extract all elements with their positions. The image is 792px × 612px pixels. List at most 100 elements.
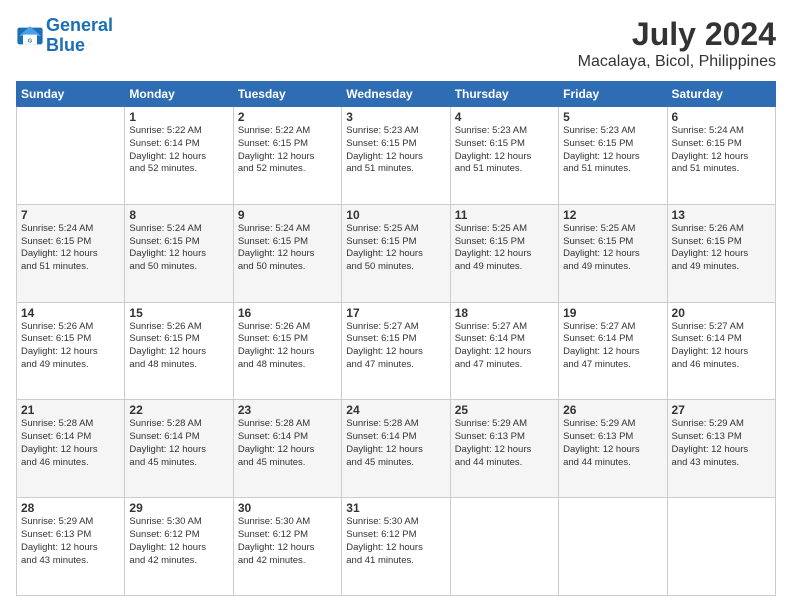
day-info: Sunrise: 5:27 AMSunset: 6:14 PMDaylight:… bbox=[563, 321, 662, 372]
calendar-week-row: 1Sunrise: 5:22 AMSunset: 6:14 PMDaylight… bbox=[17, 107, 776, 205]
day-number: 23 bbox=[238, 403, 337, 417]
day-info: Sunrise: 5:22 AMSunset: 6:15 PMDaylight:… bbox=[238, 125, 337, 176]
logo-text: General Blue bbox=[46, 16, 113, 56]
col-thursday: Thursday bbox=[450, 82, 558, 107]
table-cell: 31Sunrise: 5:30 AMSunset: 6:12 PMDayligh… bbox=[342, 498, 450, 596]
table-cell: 13Sunrise: 5:26 AMSunset: 6:15 PMDayligh… bbox=[667, 204, 775, 302]
day-number: 17 bbox=[346, 306, 445, 320]
day-number: 13 bbox=[672, 208, 771, 222]
table-cell: 15Sunrise: 5:26 AMSunset: 6:15 PMDayligh… bbox=[125, 302, 233, 400]
logo-general: General bbox=[46, 15, 113, 35]
day-number: 6 bbox=[672, 110, 771, 124]
day-info: Sunrise: 5:27 AMSunset: 6:14 PMDaylight:… bbox=[455, 321, 554, 372]
day-number: 11 bbox=[455, 208, 554, 222]
day-number: 12 bbox=[563, 208, 662, 222]
day-number: 8 bbox=[129, 208, 228, 222]
day-number: 19 bbox=[563, 306, 662, 320]
day-info: Sunrise: 5:23 AMSunset: 6:15 PMDaylight:… bbox=[346, 125, 445, 176]
day-number: 26 bbox=[563, 403, 662, 417]
col-saturday: Saturday bbox=[667, 82, 775, 107]
day-number: 15 bbox=[129, 306, 228, 320]
table-cell bbox=[450, 498, 558, 596]
table-cell: 17Sunrise: 5:27 AMSunset: 6:15 PMDayligh… bbox=[342, 302, 450, 400]
day-info: Sunrise: 5:25 AMSunset: 6:15 PMDaylight:… bbox=[563, 223, 662, 274]
table-cell: 8Sunrise: 5:24 AMSunset: 6:15 PMDaylight… bbox=[125, 204, 233, 302]
table-cell: 1Sunrise: 5:22 AMSunset: 6:14 PMDaylight… bbox=[125, 107, 233, 205]
table-cell: 28Sunrise: 5:29 AMSunset: 6:13 PMDayligh… bbox=[17, 498, 125, 596]
table-cell: 29Sunrise: 5:30 AMSunset: 6:12 PMDayligh… bbox=[125, 498, 233, 596]
table-cell bbox=[667, 498, 775, 596]
calendar-header-row: Sunday Monday Tuesday Wednesday Thursday… bbox=[17, 82, 776, 107]
day-number: 30 bbox=[238, 501, 337, 515]
day-info: Sunrise: 5:24 AMSunset: 6:15 PMDaylight:… bbox=[672, 125, 771, 176]
table-cell: 26Sunrise: 5:29 AMSunset: 6:13 PMDayligh… bbox=[559, 400, 667, 498]
table-cell: 23Sunrise: 5:28 AMSunset: 6:14 PMDayligh… bbox=[233, 400, 341, 498]
day-number: 22 bbox=[129, 403, 228, 417]
day-info: Sunrise: 5:23 AMSunset: 6:15 PMDaylight:… bbox=[455, 125, 554, 176]
day-info: Sunrise: 5:24 AMSunset: 6:15 PMDaylight:… bbox=[21, 223, 120, 274]
day-number: 1 bbox=[129, 110, 228, 124]
table-cell: 9Sunrise: 5:24 AMSunset: 6:15 PMDaylight… bbox=[233, 204, 341, 302]
day-info: Sunrise: 5:29 AMSunset: 6:13 PMDaylight:… bbox=[21, 516, 120, 567]
table-cell: 22Sunrise: 5:28 AMSunset: 6:14 PMDayligh… bbox=[125, 400, 233, 498]
table-cell: 11Sunrise: 5:25 AMSunset: 6:15 PMDayligh… bbox=[450, 204, 558, 302]
day-number: 28 bbox=[21, 501, 120, 515]
day-number: 20 bbox=[672, 306, 771, 320]
day-number: 14 bbox=[21, 306, 120, 320]
table-cell: 7Sunrise: 5:24 AMSunset: 6:15 PMDaylight… bbox=[17, 204, 125, 302]
day-info: Sunrise: 5:26 AMSunset: 6:15 PMDaylight:… bbox=[129, 321, 228, 372]
table-cell: 16Sunrise: 5:26 AMSunset: 6:15 PMDayligh… bbox=[233, 302, 341, 400]
col-tuesday: Tuesday bbox=[233, 82, 341, 107]
day-info: Sunrise: 5:27 AMSunset: 6:14 PMDaylight:… bbox=[672, 321, 771, 372]
table-cell: 30Sunrise: 5:30 AMSunset: 6:12 PMDayligh… bbox=[233, 498, 341, 596]
day-number: 5 bbox=[563, 110, 662, 124]
day-number: 25 bbox=[455, 403, 554, 417]
day-number: 24 bbox=[346, 403, 445, 417]
day-info: Sunrise: 5:24 AMSunset: 6:15 PMDaylight:… bbox=[129, 223, 228, 274]
header: G General Blue July 2024 Macalaya, Bicol… bbox=[16, 16, 776, 71]
day-info: Sunrise: 5:28 AMSunset: 6:14 PMDaylight:… bbox=[21, 418, 120, 469]
table-cell: 12Sunrise: 5:25 AMSunset: 6:15 PMDayligh… bbox=[559, 204, 667, 302]
main-title: July 2024 bbox=[578, 16, 776, 53]
day-number: 16 bbox=[238, 306, 337, 320]
calendar-week-row: 14Sunrise: 5:26 AMSunset: 6:15 PMDayligh… bbox=[17, 302, 776, 400]
day-info: Sunrise: 5:26 AMSunset: 6:15 PMDaylight:… bbox=[21, 321, 120, 372]
day-number: 3 bbox=[346, 110, 445, 124]
table-cell bbox=[17, 107, 125, 205]
table-cell: 18Sunrise: 5:27 AMSunset: 6:14 PMDayligh… bbox=[450, 302, 558, 400]
page: G General Blue July 2024 Macalaya, Bicol… bbox=[0, 0, 792, 612]
table-cell: 25Sunrise: 5:29 AMSunset: 6:13 PMDayligh… bbox=[450, 400, 558, 498]
calendar-week-row: 7Sunrise: 5:24 AMSunset: 6:15 PMDaylight… bbox=[17, 204, 776, 302]
table-cell: 21Sunrise: 5:28 AMSunset: 6:14 PMDayligh… bbox=[17, 400, 125, 498]
table-cell: 6Sunrise: 5:24 AMSunset: 6:15 PMDaylight… bbox=[667, 107, 775, 205]
table-cell: 5Sunrise: 5:23 AMSunset: 6:15 PMDaylight… bbox=[559, 107, 667, 205]
table-cell: 20Sunrise: 5:27 AMSunset: 6:14 PMDayligh… bbox=[667, 302, 775, 400]
day-info: Sunrise: 5:30 AMSunset: 6:12 PMDaylight:… bbox=[129, 516, 228, 567]
logo-icon: G bbox=[16, 22, 44, 50]
calendar-table: Sunday Monday Tuesday Wednesday Thursday… bbox=[16, 81, 776, 596]
day-info: Sunrise: 5:25 AMSunset: 6:15 PMDaylight:… bbox=[455, 223, 554, 274]
day-number: 2 bbox=[238, 110, 337, 124]
col-monday: Monday bbox=[125, 82, 233, 107]
day-number: 21 bbox=[21, 403, 120, 417]
day-number: 10 bbox=[346, 208, 445, 222]
day-info: Sunrise: 5:29 AMSunset: 6:13 PMDaylight:… bbox=[563, 418, 662, 469]
table-cell: 4Sunrise: 5:23 AMSunset: 6:15 PMDaylight… bbox=[450, 107, 558, 205]
day-info: Sunrise: 5:28 AMSunset: 6:14 PMDaylight:… bbox=[129, 418, 228, 469]
table-cell: 10Sunrise: 5:25 AMSunset: 6:15 PMDayligh… bbox=[342, 204, 450, 302]
day-number: 18 bbox=[455, 306, 554, 320]
day-info: Sunrise: 5:29 AMSunset: 6:13 PMDaylight:… bbox=[672, 418, 771, 469]
table-cell: 24Sunrise: 5:28 AMSunset: 6:14 PMDayligh… bbox=[342, 400, 450, 498]
day-info: Sunrise: 5:30 AMSunset: 6:12 PMDaylight:… bbox=[346, 516, 445, 567]
day-info: Sunrise: 5:27 AMSunset: 6:15 PMDaylight:… bbox=[346, 321, 445, 372]
day-number: 7 bbox=[21, 208, 120, 222]
table-cell: 3Sunrise: 5:23 AMSunset: 6:15 PMDaylight… bbox=[342, 107, 450, 205]
title-block: July 2024 Macalaya, Bicol, Philippines bbox=[578, 16, 776, 71]
calendar-week-row: 21Sunrise: 5:28 AMSunset: 6:14 PMDayligh… bbox=[17, 400, 776, 498]
col-friday: Friday bbox=[559, 82, 667, 107]
day-info: Sunrise: 5:28 AMSunset: 6:14 PMDaylight:… bbox=[346, 418, 445, 469]
day-info: Sunrise: 5:26 AMSunset: 6:15 PMDaylight:… bbox=[672, 223, 771, 274]
table-cell: 27Sunrise: 5:29 AMSunset: 6:13 PMDayligh… bbox=[667, 400, 775, 498]
day-info: Sunrise: 5:30 AMSunset: 6:12 PMDaylight:… bbox=[238, 516, 337, 567]
subtitle: Macalaya, Bicol, Philippines bbox=[578, 53, 776, 71]
